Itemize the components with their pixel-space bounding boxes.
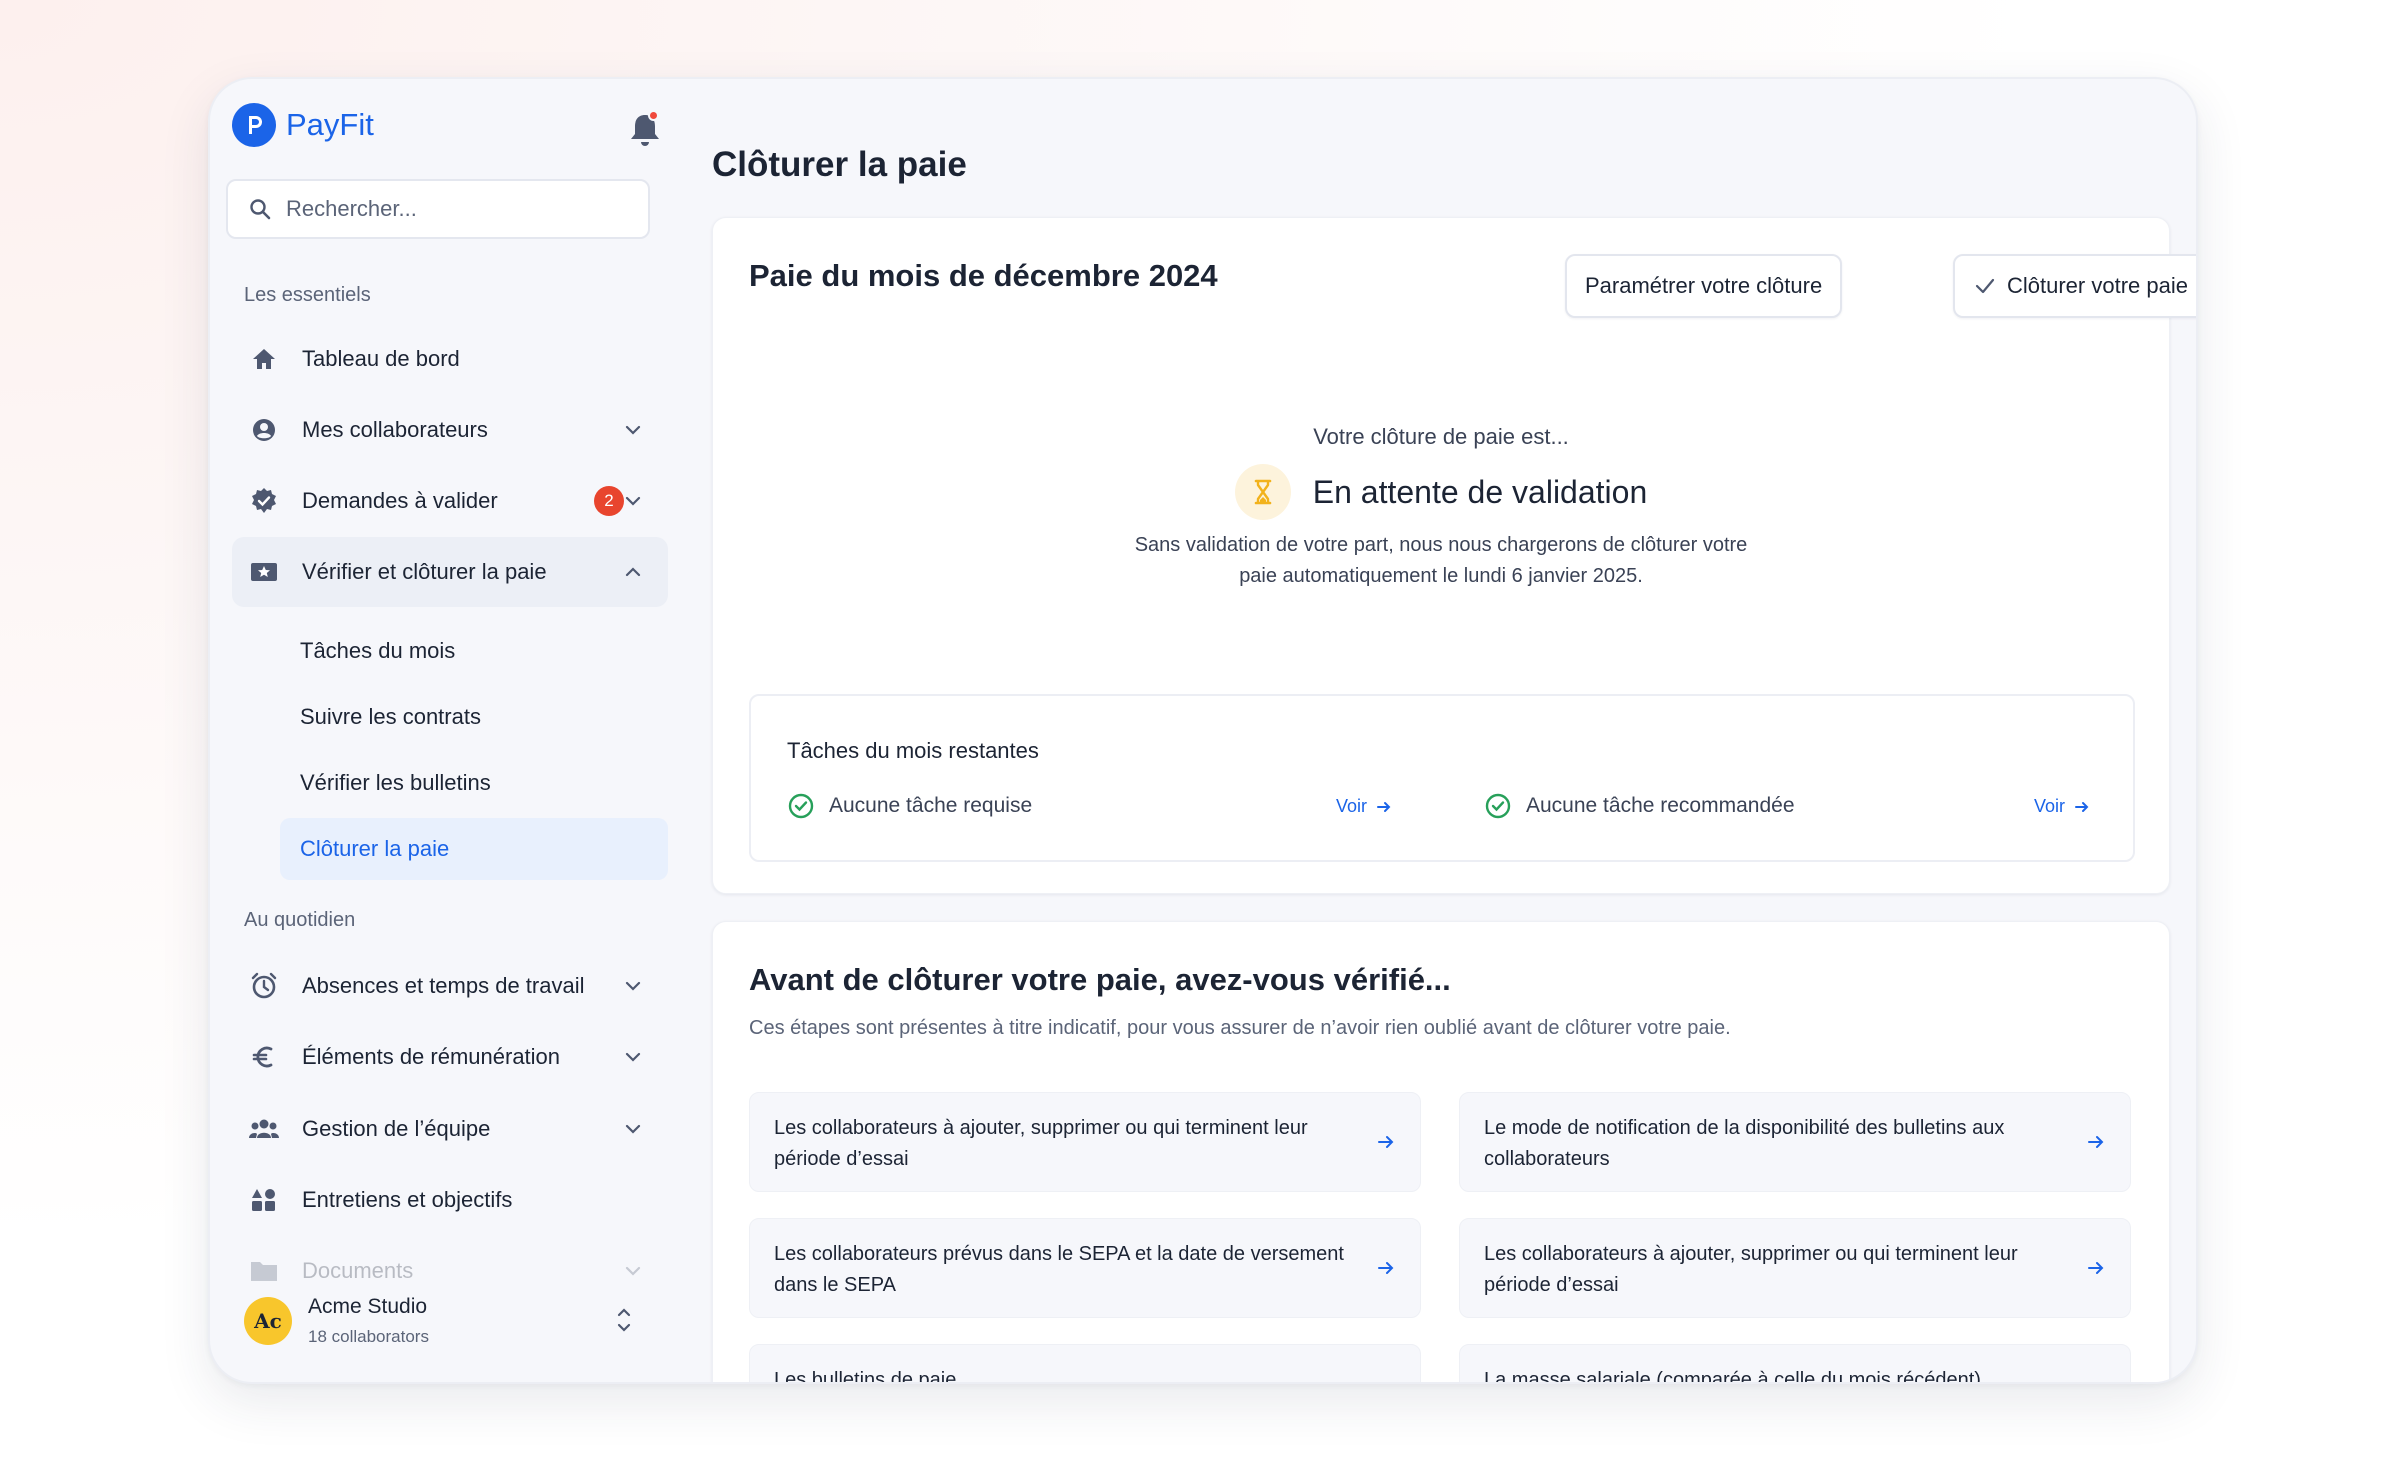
settings-closure-button[interactable]: Paramétrer votre clôture — [1565, 254, 1843, 318]
chevron-down-icon[interactable] — [622, 419, 644, 441]
button-label: Clôturer votre paie — [2007, 273, 2188, 298]
card-description: Ces étapes sont présentes à titre indica… — [749, 1017, 1731, 1039]
arrow-right-icon — [1378, 1262, 1394, 1274]
checklist-item[interactable]: La masse salariale (comparée à celle du … — [1459, 1344, 2131, 1384]
voir-required-link[interactable]: Voir — [1336, 796, 1393, 817]
avatar: Ac — [244, 1297, 292, 1345]
task-label: Aucune tâche recommandée — [1526, 794, 1795, 817]
checklist-item-label: Les collaborateurs à ajouter, supprimer … — [1484, 1243, 2018, 1296]
status-intro: Votre clôture de paie est... — [1313, 424, 1569, 449]
hourglass-icon — [1234, 464, 1291, 520]
subnav-contracts[interactable]: Suivre les contrats — [280, 686, 668, 748]
chevron-up-icon[interactable] — [622, 561, 644, 583]
account-name: Acme Studio — [308, 1295, 428, 1318]
sidebar-item-reviews[interactable]: Entretiens et objectifs — [232, 1165, 668, 1235]
checklist-item[interactable]: Le mode de notification de la disponibil… — [1459, 1092, 2131, 1192]
shapes-icon — [248, 1184, 280, 1216]
close-payroll-button[interactable]: Clôturer votre paie — [1953, 254, 2196, 318]
sidebar-item-label: Tableau de bord — [302, 346, 460, 371]
checklist-item-label: Le mode de notification de la disponibil… — [1484, 1117, 2005, 1170]
checklist-item-label: Les collaborateurs prévus dans le SEPA e… — [774, 1243, 1344, 1296]
sidebar-item-label: Vérifier et clôturer la paie — [302, 559, 547, 584]
section-label-essentials: Les essentiels — [244, 284, 371, 306]
sidebar-item-payroll[interactable]: Vérifier et clôturer la paie — [232, 537, 668, 607]
section-label-daily: Au quotidien — [244, 909, 356, 931]
sidebar-item-absences[interactable]: Absences et temps de travail — [232, 951, 668, 1021]
checklist-item[interactable]: Les collaborateurs à ajouter, supprimer … — [749, 1092, 1421, 1192]
sidebar-item-compensation[interactable]: Éléments de rémunération — [232, 1022, 668, 1092]
search-icon — [250, 199, 271, 220]
card-title: Paie du mois de décembre 2024 — [749, 258, 1218, 293]
sidebar-item-label: Gestion de l’équipe — [302, 1116, 491, 1141]
checklist-item-label: Les bulletins de paie — [774, 1369, 957, 1384]
subnav-close-payroll[interactable]: Clôturer la paie — [280, 818, 668, 880]
app-name: PayFit — [286, 107, 374, 142]
link-label: Voir — [2034, 796, 2066, 816]
status-description-line: paie automatiquement le lundi 6 janvier … — [1239, 565, 1643, 587]
check-circle-icon — [1485, 793, 1511, 819]
arrow-right-icon — [1378, 1136, 1394, 1148]
subnav-payslips[interactable]: Vérifier les bulletins — [280, 752, 668, 814]
sidebar: PayFit Rechercher... Les essentiels Tabl… — [210, 79, 670, 1382]
search-input[interactable]: Rechercher... — [226, 179, 650, 239]
payroll-status-card: Paie du mois de décembre 2024 Paramétrer… — [712, 217, 2196, 894]
check-icon — [1975, 278, 1995, 294]
task-label: Aucune tâche requise — [829, 794, 1033, 817]
sidebar-item-requests[interactable]: Demandes à valider 2 — [232, 466, 668, 536]
sidebar-item-team[interactable]: Gestion de l’équipe — [232, 1094, 668, 1164]
sidebar-item-label: Demandes à valider — [302, 488, 498, 513]
home-icon — [248, 343, 280, 375]
check-circle-icon — [788, 793, 814, 819]
checklist-item-label: La masse salariale (comparée à celle du … — [1484, 1369, 1981, 1384]
sidebar-item-label: Éléments de rémunération — [302, 1044, 561, 1069]
checklist-item-label: Les collaborateurs à ajouter, supprimer … — [774, 1117, 1308, 1170]
sidebar-item-label: Mes collaborateurs — [302, 417, 488, 442]
sidebar-item-label: Entretiens et objectifs — [302, 1187, 513, 1212]
arrow-right-icon — [2088, 1136, 2104, 1148]
status-description-line: Sans validation de votre part, nous nous… — [1134, 534, 1748, 556]
euro-icon — [248, 1041, 280, 1073]
checklist-item[interactable]: Les collaborateurs à ajouter, supprimer … — [1459, 1218, 2131, 1318]
arrow-right-icon — [1377, 801, 1391, 812]
recommended-tasks-status: Aucune tâche recommandée — [1484, 792, 1795, 820]
sidebar-item-label: Absences et temps de travail — [302, 973, 585, 998]
button-label: Paramétrer votre clôture — [1585, 273, 1823, 298]
arrow-right-icon — [2075, 801, 2089, 812]
checklist-item[interactable]: Les bulletins de paie — [749, 1344, 1421, 1384]
chevron-up-down-icon[interactable] — [614, 1303, 634, 1337]
count-badge: 2 — [594, 486, 624, 516]
required-tasks-status: Aucune tâche requise — [787, 792, 1032, 820]
team-icon — [248, 1113, 280, 1145]
status-title: En attente de validation — [1312, 473, 1648, 510]
user-circle-icon — [248, 414, 280, 446]
page-title: Clôturer la paie — [712, 145, 967, 184]
alarm-clock-icon — [248, 970, 280, 1002]
tasks-title: Tâches du mois restantes — [787, 738, 1039, 763]
app-window: PayFit Rechercher... Les essentiels Tabl… — [208, 77, 2198, 1384]
search-placeholder: Rechercher... — [286, 196, 417, 221]
checklist-item[interactable]: Les collaborateurs prévus dans le SEPA e… — [749, 1218, 1421, 1318]
verified-badge-icon — [248, 485, 280, 517]
status-line: En attente de validation — [713, 464, 2169, 520]
payfit-logo-icon — [232, 103, 276, 147]
arrow-right-icon — [2088, 1262, 2104, 1274]
account-switcher[interactable]: Ac Acme Studio 18 collaborators — [244, 1289, 654, 1359]
notification-dot — [648, 110, 659, 121]
remaining-tasks-box: Tâches du mois restantes Aucune tâche re… — [749, 694, 2135, 862]
chevron-down-icon[interactable] — [622, 1046, 644, 1068]
sidebar-item-collaborators[interactable]: Mes collaborateurs — [232, 395, 668, 465]
status-description: Sans validation de votre part, nous nous… — [713, 530, 2169, 592]
chevron-down-icon[interactable] — [622, 1118, 644, 1140]
account-subtitle: 18 collaborators — [308, 1327, 429, 1346]
voir-recommended-link[interactable]: Voir — [2034, 796, 2091, 817]
sidebar-item-dashboard[interactable]: Tableau de bord — [232, 324, 668, 394]
chevron-down-icon[interactable] — [622, 975, 644, 997]
subnav-monthly-tasks[interactable]: Tâches du mois — [280, 620, 668, 682]
logo[interactable]: PayFit — [232, 103, 374, 147]
card-title: Avant de clôturer votre paie, avez-vous … — [749, 962, 1451, 997]
checklist-card: Avant de clôturer votre paie, avez-vous … — [712, 921, 2170, 1384]
link-label: Voir — [1336, 796, 1368, 816]
payroll-star-icon — [248, 556, 280, 588]
chevron-down-icon[interactable] — [622, 490, 644, 512]
